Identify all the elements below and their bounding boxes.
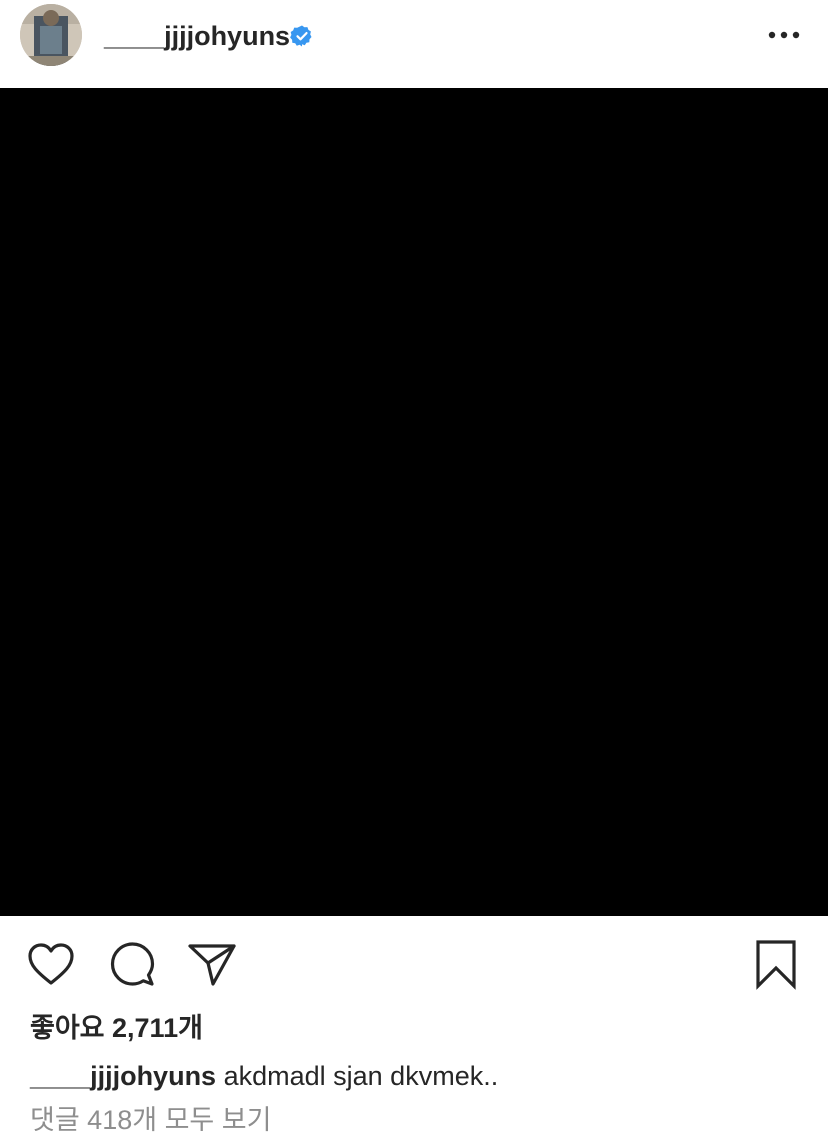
- post-image[interactable]: [0, 88, 828, 916]
- header-username[interactable]: ____jjjjohyuns: [104, 20, 290, 52]
- comment-icon: [110, 942, 155, 986]
- view-all-comments-link[interactable]: 댓글 418개 모두 보기: [30, 1102, 271, 1138]
- more-options-button[interactable]: [764, 20, 804, 50]
- more-options-icon: [768, 31, 800, 39]
- heart-icon: [28, 943, 74, 985]
- avatar[interactable]: [20, 4, 82, 66]
- verified-badge-icon: [290, 25, 312, 47]
- send-icon: [188, 944, 236, 986]
- avatar-photo: [20, 4, 82, 66]
- caption-text: akdmadl sjan dkvmek..: [223, 1061, 499, 1091]
- comment-button[interactable]: [106, 938, 158, 990]
- caption: ____jjjjohyuns akdmadl sjan dkvmek..: [30, 1058, 498, 1094]
- like-button[interactable]: [25, 938, 77, 990]
- caption-username[interactable]: ____jjjjohyuns: [30, 1061, 216, 1091]
- save-button[interactable]: [750, 938, 802, 990]
- post-header: ____jjjjohyuns: [0, 0, 828, 88]
- likes-count[interactable]: 좋아요 2,711개: [30, 1010, 203, 1046]
- share-button[interactable]: [186, 938, 238, 990]
- bookmark-icon: [756, 940, 796, 990]
